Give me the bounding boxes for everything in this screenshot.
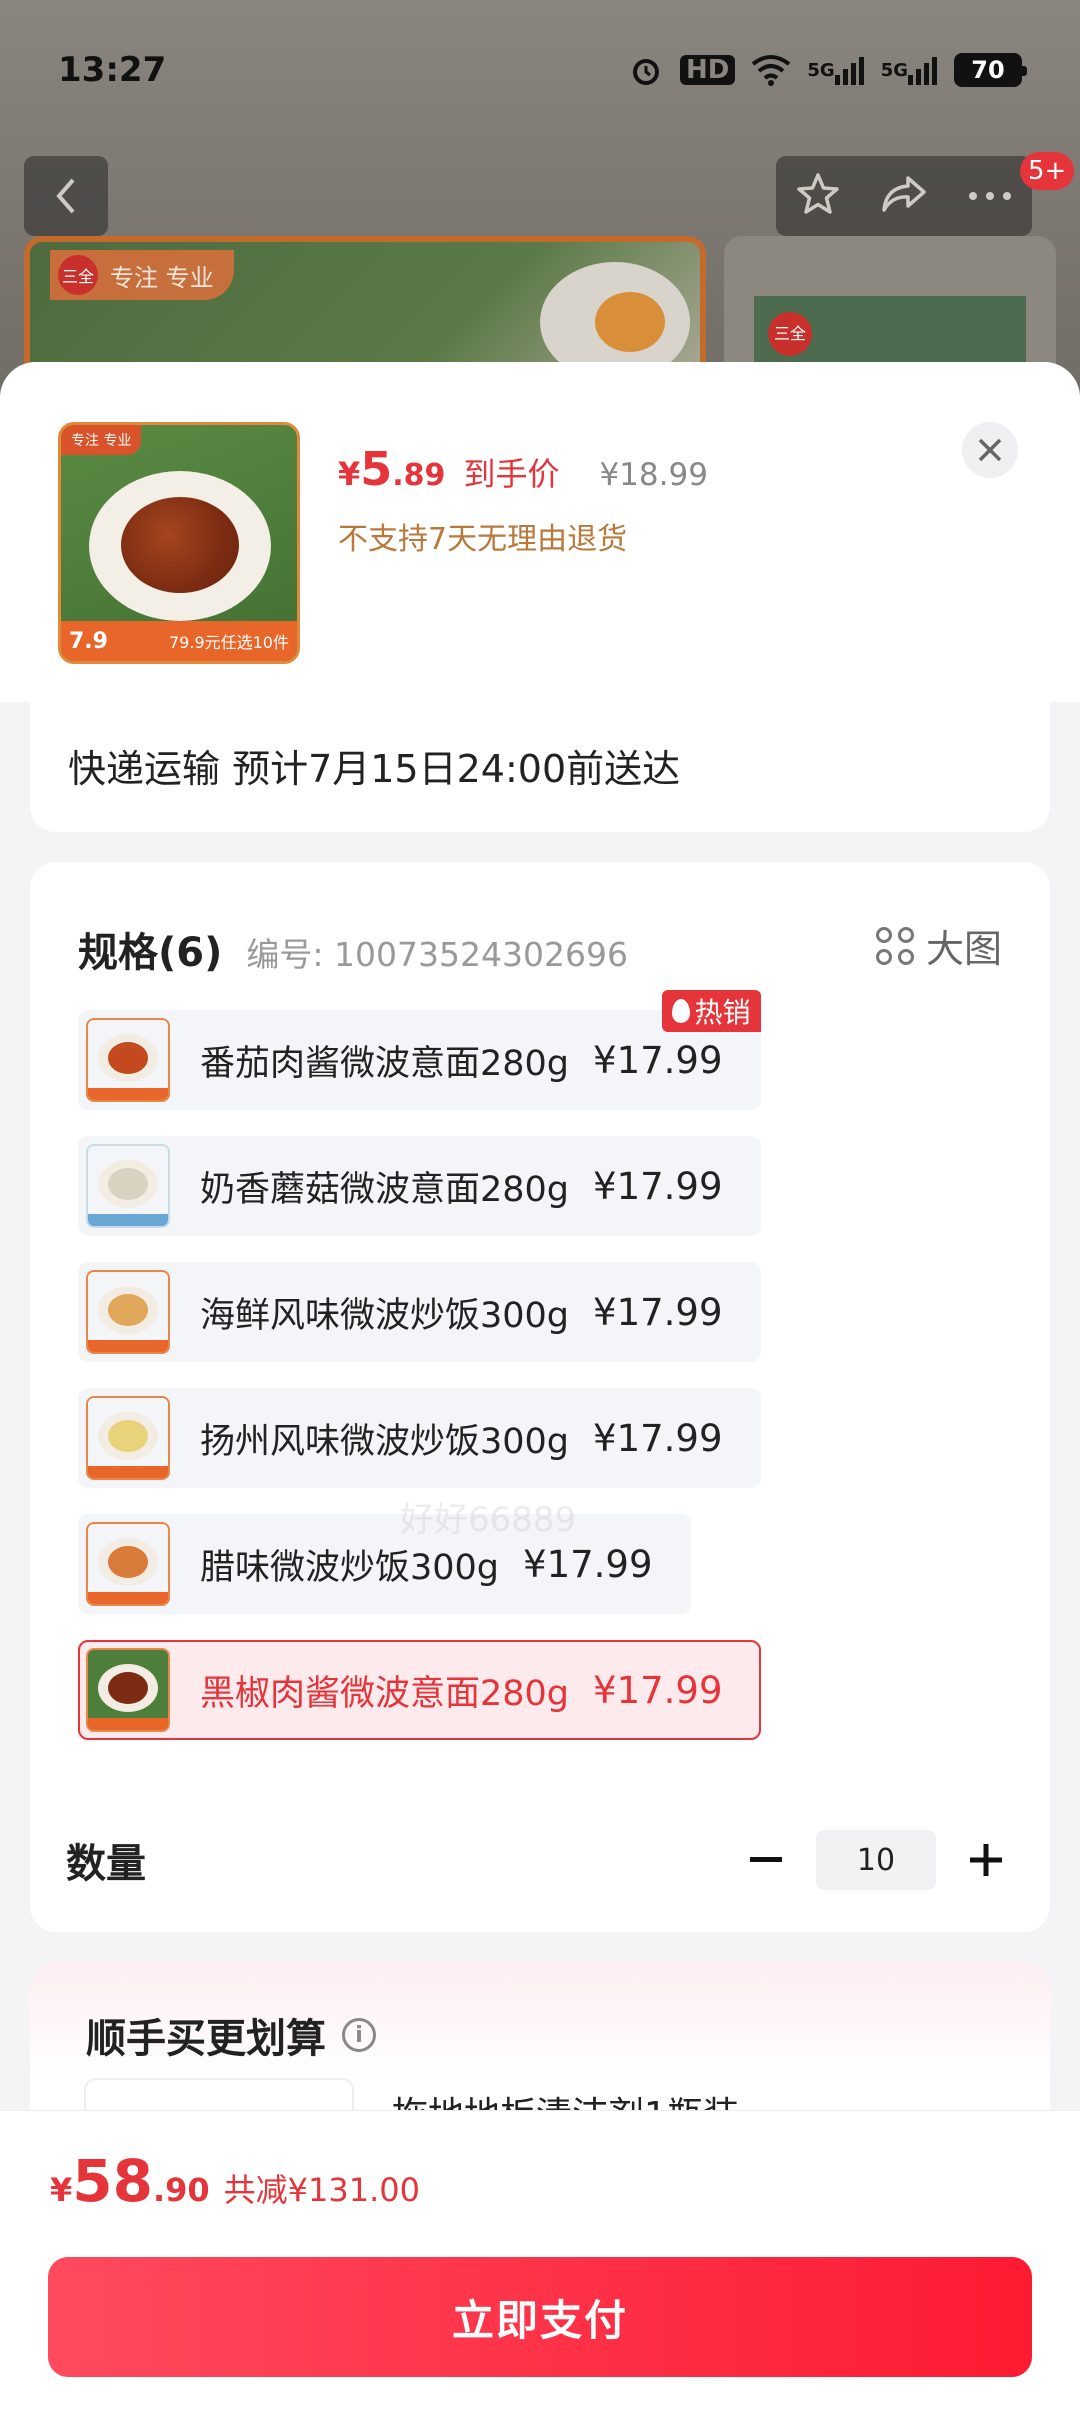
quantity-stepper: 10: [738, 1830, 1014, 1890]
variant-option-5-selected[interactable]: 黑椒肉酱微波意面280g ¥17.99: [78, 1640, 761, 1740]
total-dec: .90: [152, 2171, 210, 2209]
spec-card: 规格(6) 编号: 10073524302696 大图 番茄肉酱微波意面280g…: [30, 862, 1050, 1932]
signal-icon-2: 5G: [881, 55, 938, 85]
status-time: 13:27: [58, 50, 167, 90]
final-price-label: 到手价: [463, 455, 560, 493]
variant-price: ¥17.99: [593, 1038, 723, 1082]
message-count-badge: 5+: [1020, 152, 1075, 190]
variant-thumbnail: [86, 1648, 170, 1732]
pay-now-button[interactable]: 立即支付: [48, 2257, 1032, 2377]
final-price-dec: .89: [392, 458, 446, 493]
increase-button[interactable]: [958, 1832, 1014, 1888]
status-icons: HD 5G 5G 70: [628, 52, 1027, 88]
brand-logo: 三全: [58, 255, 98, 295]
nav-actions: [776, 156, 1032, 236]
banner-tag-text: 专注 专业: [110, 263, 214, 292]
status-bar: 13:27 HD 5G 5G 70: [0, 0, 1080, 140]
variant-name: 奶香蘑菇微波意面280g: [200, 1169, 570, 1210]
variant-price: ¥17.99: [593, 1290, 723, 1334]
product-thumbnail[interactable]: 专注 专业 7.9 79.9元任选10件: [58, 422, 300, 664]
big-picture-label: 大图: [925, 927, 1002, 971]
variant-option-0[interactable]: 番茄肉酱微波意面280g ¥17.99 热销: [78, 990, 761, 1110]
minus-icon: [750, 1857, 782, 1862]
variant-option-1[interactable]: 奶香蘑菇微波意面280g ¥17.99: [78, 1136, 761, 1236]
variant-name: 海鲜风味微波炒饭300g: [200, 1295, 570, 1336]
more-icon[interactable]: [967, 187, 1013, 206]
final-price-yen: ¥: [338, 455, 361, 493]
hot-sale-label: 热销: [694, 996, 751, 1029]
total-int: 58: [72, 2147, 153, 2215]
flame-icon: [672, 999, 691, 1023]
hot-sale-badge: 热销: [662, 990, 761, 1032]
variant-option-2[interactable]: 海鲜风味微波炒饭300g ¥17.99: [78, 1262, 761, 1362]
battery-icon: 70: [954, 53, 1027, 87]
back-button[interactable]: [24, 156, 108, 236]
variant-name: 番茄肉酱微波意面280g: [200, 1043, 570, 1084]
variant-price: ¥17.99: [593, 1164, 723, 1208]
background-page: 13:27 HD 5G 5G 70 5+ 三全 专注 专业 三全: [0, 0, 1080, 436]
spec-title: 规格(6): [78, 930, 223, 976]
info-icon[interactable]: i: [342, 2018, 376, 2052]
thumb-right-text: 79.9元任选10件: [169, 633, 289, 652]
spec-code: 编号: 10073524302696: [246, 935, 628, 974]
upsell-title: 顺手买更划算: [86, 2016, 326, 2062]
delivery-info: 快递运输 预计7月15日24:00前送达: [30, 698, 1050, 832]
variant-thumbnail: [86, 1396, 170, 1480]
variant-option-3[interactable]: 扬州风味微波炒饭300g ¥17.99: [78, 1388, 761, 1488]
variant-thumbnail: [86, 1522, 170, 1606]
spec-header: 规格(6) 编号: 10073524302696: [78, 920, 628, 978]
final-price: ¥5.89: [338, 442, 445, 496]
grid-icon: [875, 926, 914, 965]
thumb-promo-bar: 7.9 79.9元任选10件: [61, 621, 297, 661]
close-icon: [978, 438, 1002, 462]
upsell-title-row: 顺手买更划算 i: [86, 2006, 376, 2064]
close-button[interactable]: [962, 422, 1018, 478]
banner-tag: 三全 专注 专业: [50, 250, 234, 300]
signal-label-2: 5G: [880, 59, 908, 81]
return-policy-note: 不支持7天无理由退货: [338, 522, 628, 557]
card2-logo: 三全: [768, 312, 812, 356]
variant-option-4[interactable]: 腊味微波炒饭300g ¥17.99: [78, 1514, 691, 1614]
sheet-header: 专注 专业 7.9 79.9元任选10件 ¥5.89 到手价 ¥18.99 不支…: [0, 362, 1080, 702]
signal-label-1: 5G: [807, 59, 835, 81]
thumb-left-text: 7.9: [69, 628, 108, 654]
variant-thumbnail: [86, 1018, 170, 1102]
hd-icon: HD: [680, 55, 736, 85]
favorite-star-icon[interactable]: [795, 171, 841, 221]
sku-selector-sheet: 专注 专业 7.9 79.9元任选10件 ¥5.89 到手价 ¥18.99 不支…: [0, 362, 1080, 2412]
decrease-button[interactable]: [738, 1832, 794, 1888]
signal-icon-1: 5G: [807, 55, 864, 85]
total-saving: 共减¥131.00: [223, 2171, 421, 2209]
thumb-pasta-plate: [89, 471, 271, 621]
price-line: ¥5.89 到手价 ¥18.99: [338, 442, 708, 496]
share-icon[interactable]: [880, 172, 928, 220]
plus-icon: [970, 1844, 1002, 1876]
original-price: ¥18.99: [599, 457, 708, 493]
variant-price: ¥17.99: [593, 1668, 723, 1712]
variant-name: 腊味微波炒饭300g: [200, 1547, 500, 1588]
delivery-text: 快递运输 预计7月15日24:00前送达: [68, 746, 681, 791]
wifi-icon: [751, 54, 791, 86]
big-picture-toggle[interactable]: 大图: [875, 918, 1002, 973]
variant-name: 黑椒肉酱微波意面280g: [200, 1673, 570, 1714]
variant-thumbnail: [86, 1270, 170, 1354]
quantity-input[interactable]: 10: [816, 1830, 936, 1890]
variant-name: 扬州风味微波炒饭300g: [200, 1421, 570, 1462]
variant-thumbnail: [86, 1144, 170, 1228]
variant-price: ¥17.99: [593, 1416, 723, 1460]
total-yen: ¥: [50, 2171, 73, 2209]
chevron-left-icon: [56, 178, 75, 214]
quantity-row: 数量 10: [66, 1820, 1014, 1900]
thumb-tag: 专注 专业: [61, 425, 142, 455]
final-price-int: 5: [360, 442, 393, 496]
alarm-icon: [628, 52, 664, 88]
total-price-line: ¥58.90 共减¥131.00: [50, 2147, 420, 2215]
watermark: 好好66889: [400, 1500, 577, 1540]
variant-price: ¥17.99: [523, 1542, 653, 1586]
checkout-footer: ¥58.90 共减¥131.00 立即支付: [0, 2110, 1080, 2412]
quantity-label: 数量: [66, 1841, 146, 1887]
